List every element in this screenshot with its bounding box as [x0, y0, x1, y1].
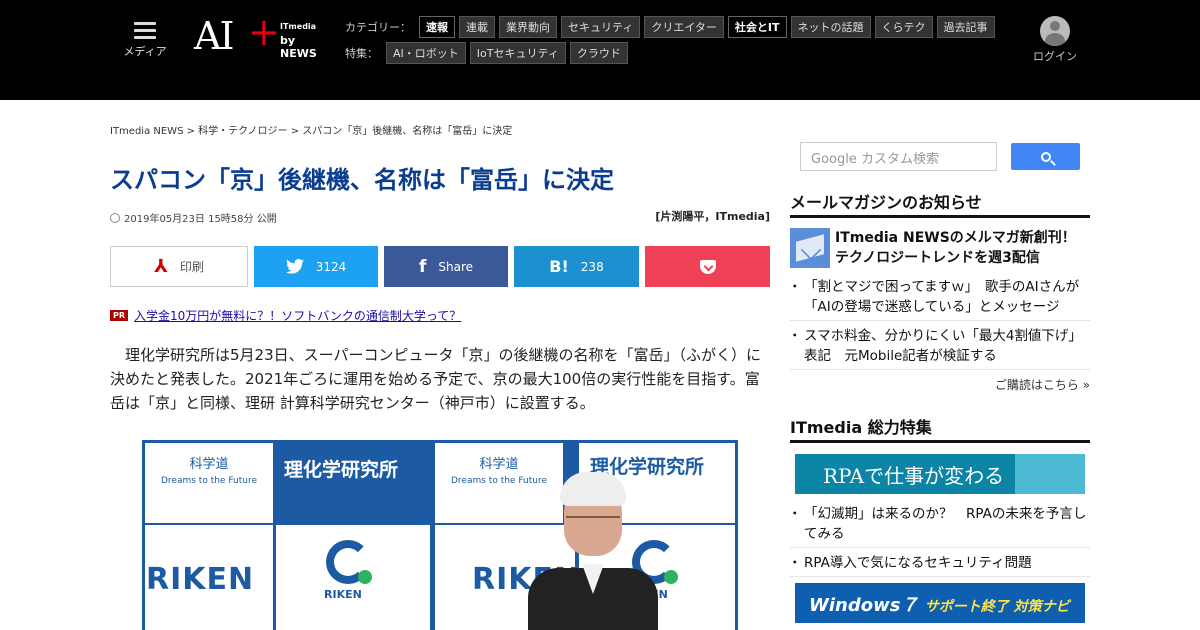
category-nav: カテゴリー： 速報 連載 業界動向 セキュリティ クリエイター 社会とIT ネッ… [345, 16, 999, 38]
facebook-share-button[interactable]: f Share [384, 246, 508, 287]
list-item[interactable]: 「割とマジで困ってますｗ」 歌手のAIさんが「AIの登場で迷惑している」とメッセ… [788, 277, 1090, 321]
category-kuratech[interactable]: くらテク [874, 16, 933, 38]
site-header: メディア AI + ITmedia by NEWS カテゴリー： 速報 連載 業… [0, 0, 1200, 100]
hatena-bookmark-icon: B! [549, 257, 569, 276]
mailmag-list: 「割とマジで困ってますｗ」 歌手のAIさんが「AIの登場で迷惑している」とメッセ… [788, 277, 1090, 375]
acrobat-icon: ⅄ [154, 256, 168, 277]
pr-badge: PR [110, 310, 129, 321]
search-input[interactable]: Google カスタム検索 [800, 142, 997, 171]
facebook-label: Share [438, 259, 474, 274]
article-title: スパコン「京」後継機、名称は「富岳」に決定 [110, 166, 614, 194]
special-heading: ITmedia 総力特集 [790, 414, 1090, 443]
windows7-banner[interactable]: Windows７ サポート終了 対策ナビ [795, 583, 1085, 623]
pr-link[interactable]: 入学金10万円が無料に？！ソフトバンクの通信制大学って？ [134, 307, 461, 324]
feature-nav: 特集： AI・ロボット IoTセキュリティ クラウド [345, 42, 632, 64]
backdrop-riken-en: RIKEN [146, 562, 255, 597]
rpa-banner[interactable]: RPAで仕事が変わる [795, 454, 1085, 494]
category-net-wadai[interactable]: ネットの話題 [790, 16, 871, 38]
list-item[interactable]: RPA導入で気になるセキュリティ問題 [788, 553, 1090, 577]
mail-envelope-icon [790, 228, 830, 268]
special-list: 「幻滅期」は来るのか？ RPAの未来を予言してみる RPA導入で気になるセキュリ… [788, 504, 1090, 582]
hamburger-icon [134, 22, 156, 39]
pocket-icon [699, 259, 716, 274]
subscribe-link[interactable]: ご購読はこちら » [960, 376, 1090, 393]
speaker-portrait [528, 472, 658, 630]
facebook-icon: f [418, 256, 427, 277]
search-icon [1040, 151, 1051, 162]
mailmag-heading: メールマガジンのお知らせ [790, 189, 1090, 218]
feature-iot-security[interactable]: IoTセキュリティ [469, 42, 566, 64]
backdrop-tile: 科学道 Dreams to the Future [145, 443, 273, 523]
twitter-share-button[interactable]: 3124 [254, 246, 378, 287]
breadcrumb[interactable]: ITmedia NEWS > 科学・テクノロジー > スパコン「京」後継機、名称… [110, 122, 512, 137]
publish-date-text: 2019年05月23日 15時58分 公開 [124, 214, 277, 225]
publish-date: 2019年05月23日 15時58分 公開 [110, 210, 277, 225]
mailmag-feature[interactable]: ITmedia NEWSのメルマガ新創刊！ テクノロジートレンドを週3配信 [790, 228, 1090, 268]
search-button[interactable] [1011, 143, 1080, 170]
article-photo: 科学道 Dreams to the Future 理化学研究所 科学道 Dreams… [142, 440, 738, 630]
category-archive[interactable]: 過去記事 [936, 16, 995, 38]
media-menu-label: メディア [123, 45, 167, 58]
windows7-banner-text: Windows７ サポート終了 対策ナビ [809, 595, 1070, 616]
rpa-banner-text: RPAで仕事が変わる [823, 464, 1005, 488]
category-label: カテゴリー： [345, 21, 411, 34]
category-security[interactable]: セキュリティ [561, 16, 641, 38]
twitter-count: 3124 [315, 259, 347, 274]
author-byline: [片渕陽平，ITmedia] [655, 210, 770, 223]
twitter-bird-icon [285, 259, 304, 274]
riken-logo-icon: RIKEN [324, 540, 376, 601]
mailmag-feature-text: ITmedia NEWSのメルマガ新創刊！ テクノロジートレンドを週3配信 [835, 230, 1076, 266]
category-rensai[interactable]: 連載 [459, 16, 495, 38]
list-item[interactable]: 「幻滅期」は来るのか？ RPAの未来を予言してみる [788, 504, 1090, 548]
list-item[interactable]: スマホ料金、分かりにくい「最大4割値下げ」表記 元Mobile記者が検証する [788, 326, 1090, 370]
category-gyokai[interactable]: 業界動向 [499, 16, 557, 38]
pr-ad: PR 入学金10万円が無料に？！ソフトバンクの通信制大学って？ [110, 307, 461, 324]
feature-ai-robot[interactable]: AI・ロボット [386, 42, 466, 64]
feature-label: 特集： [345, 47, 378, 60]
article-body: 理化学研究所は5月23日、スーパーコンピュータ「京」の後継機の名称を「富岳」（ふ… [110, 346, 761, 412]
category-shakai-it[interactable]: 社会とIT [727, 16, 787, 38]
hatena-count: 238 [580, 259, 604, 274]
feature-cloud[interactable]: クラウド [569, 42, 628, 64]
category-creator[interactable]: クリエイター [644, 16, 724, 38]
print-button[interactable]: ⅄ 印刷 [110, 246, 248, 287]
backdrop-tile: 理化学研究所 [276, 443, 404, 523]
site-logo[interactable]: AI + ITmedia by NEWS [194, 10, 334, 62]
user-icon [1040, 16, 1070, 46]
hatena-bookmark-button[interactable]: B! 238 [514, 246, 639, 287]
pocket-button[interactable] [645, 246, 770, 287]
category-sokuho[interactable]: 速報 [419, 16, 455, 38]
clock-icon [110, 212, 120, 223]
login-label: ログイン [1033, 50, 1077, 63]
media-menu-button[interactable]: メディア [122, 22, 168, 59]
print-label: 印刷 [179, 260, 204, 274]
login-button[interactable]: ログイン [1030, 16, 1080, 64]
